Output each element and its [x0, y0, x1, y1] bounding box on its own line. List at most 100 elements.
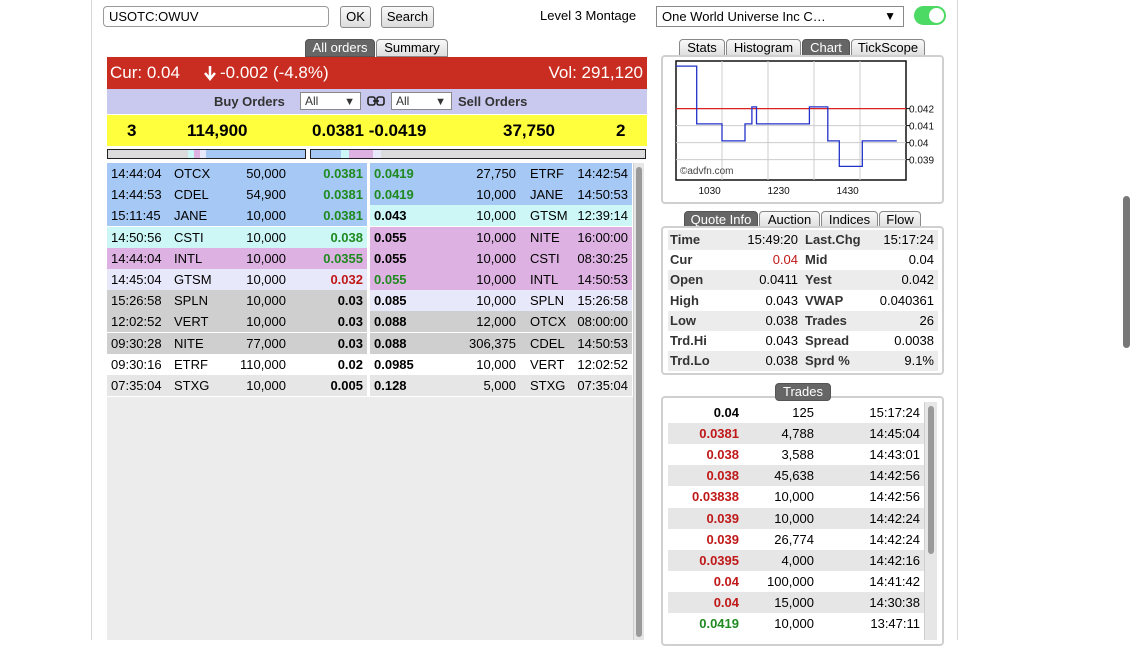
order-time: 08:30:25: [577, 250, 628, 266]
quote-value: 15:17:24: [883, 232, 934, 247]
chart-panel: [661, 55, 944, 204]
order-price: 0.03: [337, 335, 363, 351]
buy-order-row[interactable]: 07:35:04 STXG 10,000 0.005: [107, 375, 367, 396]
quote-value: 0.043: [765, 333, 798, 348]
buy-order-row[interactable]: 14:44:53 CDEL 54,900 0.0381: [107, 184, 367, 206]
order-size: 10,000: [246, 378, 286, 393]
quote-label: Open: [670, 272, 704, 288]
sell-order-row[interactable]: 0.055 10,000 CSTI 08:30:25: [370, 247, 632, 269]
order-size: 10,000: [476, 250, 516, 266]
quote-label: Time: [670, 232, 701, 247]
order-size: 10,000: [476, 187, 516, 203]
buy-filter-select[interactable]: All ▼: [300, 92, 361, 110]
search-button[interactable]: Search: [381, 6, 434, 28]
order-price: 0.0419: [374, 166, 414, 181]
order-size: 10,000: [476, 208, 516, 224]
trade-row: 0.04 125 15:17:24: [668, 402, 924, 423]
quote-label: Cur: [670, 252, 693, 268]
chevron-down-icon: ▼: [344, 96, 355, 108]
sell-order-row[interactable]: 0.088 306,375 CDEL 14:50:53: [370, 332, 632, 354]
trade-time: 14:43:01: [869, 447, 920, 463]
quote-label: Yest: [805, 272, 832, 288]
orders-scrollbar[interactable]: [633, 163, 644, 640]
order-time: 14:50:53: [577, 272, 628, 287]
order-time: 07:35:04: [577, 378, 628, 393]
order-time: 12:02:52: [111, 314, 162, 330]
sell-order-row[interactable]: 0.128 5,000 STXG 07:35:04: [370, 375, 632, 396]
quote-value: 0.0411: [759, 272, 798, 288]
ok-button[interactable]: OK: [340, 6, 371, 28]
trade-price: 0.0381: [699, 426, 739, 442]
buy-order-row[interactable]: 14:45:04 GTSM 10,000 0.032: [107, 269, 367, 290]
trade-time: 14:42:56: [869, 468, 920, 484]
trade-time: 14:45:04: [869, 426, 920, 442]
trades-scrollbar[interactable]: [924, 402, 937, 640]
order-price: 0.005: [330, 378, 363, 393]
orders-scroll-thumb[interactable]: [636, 167, 642, 637]
order-price: 0.043: [374, 208, 407, 224]
order-price: 0.088: [374, 314, 407, 330]
symbol-input[interactable]: [103, 6, 329, 27]
trade-size: 10,000: [774, 489, 814, 505]
buy-order-row[interactable]: 14:44:04 INTL 10,000 0.0355: [107, 247, 367, 269]
order-size: 50,000: [246, 166, 286, 181]
sell-order-row[interactable]: 0.0419 10,000 JANE 14:50:53: [370, 184, 632, 206]
buy-order-row[interactable]: 09:30:28 NITE 77,000 0.03: [107, 332, 367, 354]
volume: Vol: 291,120: [548, 63, 643, 82]
trades-scroll-thumb[interactable]: [928, 406, 934, 554]
sell-depth-bar: [310, 149, 646, 159]
order-size: 10,000: [246, 293, 286, 309]
buy-filter-value: All: [305, 94, 319, 108]
quote-label: Trades: [805, 312, 847, 328]
order-size: 10,000: [246, 208, 286, 224]
order-size: 54,900: [246, 187, 286, 203]
trade-price: 0.04: [713, 594, 739, 610]
company-select[interactable]: One World Universe Inc C… ▼: [656, 6, 904, 27]
market-maker: NITE: [530, 229, 560, 245]
montage-label: Level 3 Montage: [540, 8, 637, 23]
order-size: 10,000: [246, 250, 286, 266]
sell-filter-select[interactable]: All ▼: [391, 92, 452, 110]
quote-label: Trd.Hi: [670, 333, 707, 348]
sell-order-row[interactable]: 0.085 10,000 SPLN 15:26:58: [370, 290, 632, 312]
sell-order-row[interactable]: 0.055 10,000 INTL 14:50:53: [370, 269, 632, 290]
quote-info-row: High 0.043 VWAP 0.040361: [668, 290, 938, 311]
tab-all-orders[interactable]: All orders: [305, 39, 375, 57]
sell-order-row[interactable]: 0.088 12,000 OTCX 08:00:00: [370, 311, 632, 333]
trade-time: 14:42:16: [869, 552, 920, 568]
market-maker: STXG: [530, 378, 566, 393]
buy-order-row[interactable]: 15:26:58 SPLN 10,000 0.03: [107, 290, 367, 312]
quote-info-row: Open 0.0411 Yest 0.042: [668, 270, 938, 291]
trade-price: 0.04: [713, 573, 739, 589]
market-maker: CDEL: [530, 335, 565, 351]
order-price: 0.085: [374, 293, 407, 309]
trades-label: Trades: [775, 383, 831, 401]
page-scrollbar[interactable]: [1123, 196, 1130, 348]
buy-order-row[interactable]: 09:30:16 ETRF 110,000 0.02: [107, 353, 367, 375]
link-icon[interactable]: [367, 94, 385, 111]
market-maker: CSTI: [174, 229, 204, 245]
order-price: 0.0419: [374, 187, 414, 203]
sell-order-row[interactable]: 0.043 10,000 GTSM 12:39:14: [370, 205, 632, 227]
buy-depth-bar: [107, 149, 306, 159]
sell-order-row[interactable]: 0.0419 27,750 ETRF 14:42:54: [370, 163, 632, 184]
sell-order-row[interactable]: 0.0985 10,000 VERT 12:02:52: [370, 353, 632, 375]
trade-size: 4,000: [781, 552, 814, 568]
live-toggle[interactable]: [914, 6, 946, 25]
tab-summary[interactable]: Summary: [376, 39, 448, 57]
trade-price: 0.038: [706, 447, 739, 463]
order-size: 27,750: [476, 166, 516, 181]
market-maker: GTSM: [530, 208, 568, 224]
order-time: 14:50:53: [577, 335, 628, 351]
quote-value: 0.042: [901, 272, 934, 288]
buy-order-row[interactable]: 14:50:56 CSTI 10,000 0.038: [107, 226, 367, 248]
quote-info-row: Cur 0.04 Mid 0.04: [668, 250, 938, 271]
buy-order-row[interactable]: 15:11:45 JANE 10,000 0.0381: [107, 205, 367, 227]
price-change: -0.002 (-4.8%): [220, 63, 329, 82]
buy-order-row[interactable]: 14:44:04 OTCX 50,000 0.0381: [107, 163, 367, 184]
sell-order-row[interactable]: 0.055 10,000 NITE 16:00:00: [370, 226, 632, 248]
buy-order-row[interactable]: 12:02:52 VERT 10,000 0.03: [107, 311, 367, 333]
trade-row: 0.0381 4,788 14:45:04: [668, 423, 924, 445]
quote-value: 0.04: [772, 252, 798, 268]
order-price: 0.0381: [323, 187, 363, 203]
